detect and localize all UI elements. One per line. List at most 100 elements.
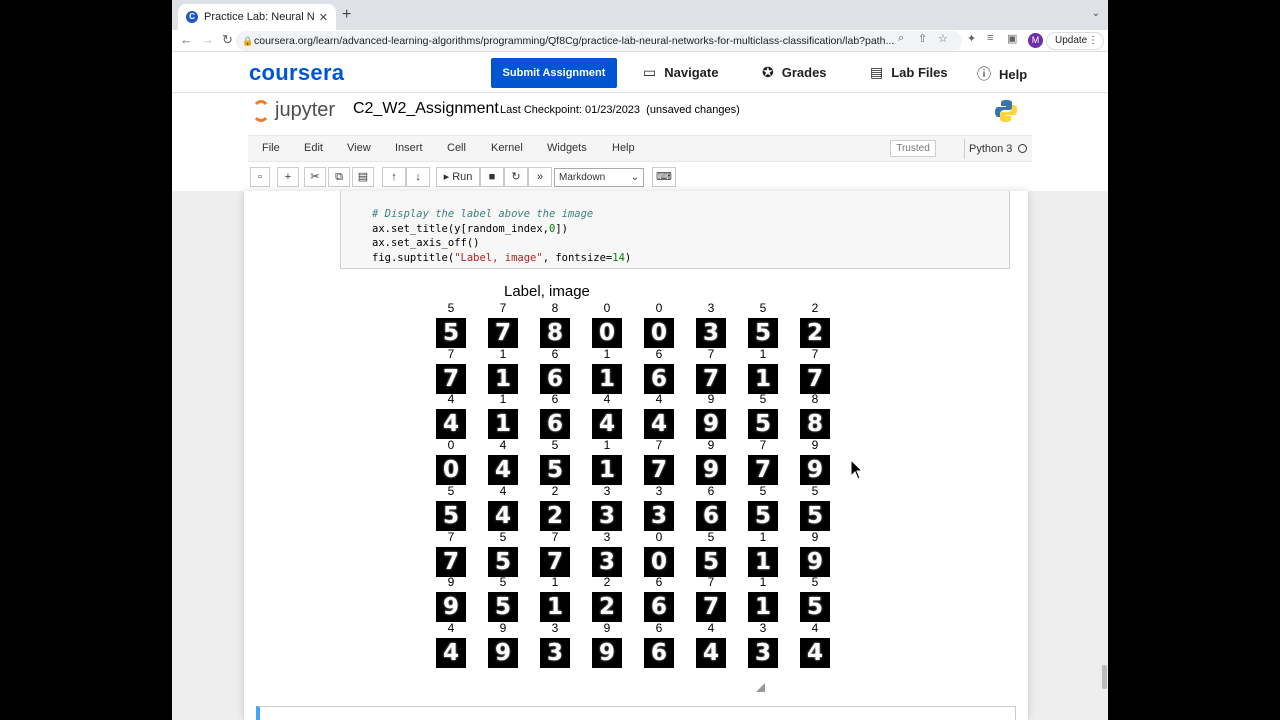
- menu-help[interactable]: Help: [612, 142, 635, 154]
- move-down-icon[interactable]: ↓: [406, 167, 430, 187]
- tab-strip: C Practice Lab: Neural Networks ✕ + ⌄: [172, 0, 1108, 30]
- digit-image: 4: [696, 637, 726, 668]
- lab-files-button[interactable]: ▤ Lab Files: [870, 64, 948, 81]
- reading-list-icon[interactable]: ≡: [987, 32, 993, 44]
- digit-label: 2: [551, 483, 559, 498]
- cut-icon[interactable]: ✂: [304, 167, 326, 187]
- digit-label: 3: [603, 529, 611, 544]
- digit-image: 6: [644, 363, 674, 394]
- interrupt-icon[interactable]: ■: [480, 167, 504, 187]
- digit-image: 6: [644, 592, 674, 623]
- digit-label: 1: [759, 575, 767, 590]
- address-bar[interactable]: 🔒 coursera.org/learn/advanced-learning-a…: [236, 31, 962, 51]
- restart-run-all-icon[interactable]: »: [528, 167, 552, 187]
- menu-file[interactable]: File: [262, 142, 280, 154]
- digit-image: 8: [800, 409, 830, 440]
- digit-label: 4: [707, 620, 715, 635]
- digit-image: 1: [488, 363, 518, 394]
- digit-label: 7: [551, 529, 559, 544]
- digit-image: 4: [488, 500, 518, 531]
- digit-label: 5: [499, 575, 507, 590]
- jupyter-logo-text: jupyter: [275, 99, 336, 121]
- digit-label: 3: [551, 620, 559, 635]
- back-icon[interactable]: ←: [180, 32, 193, 47]
- new-tab-icon[interactable]: +: [342, 6, 351, 24]
- digit-label: 2: [603, 575, 611, 590]
- help-label: Help: [999, 66, 1028, 82]
- paste-icon[interactable]: ▤: [352, 167, 374, 187]
- chevron-down-icon: ⌄: [630, 172, 639, 183]
- digit-label: 1: [551, 575, 559, 590]
- forward-icon[interactable]: →: [201, 32, 214, 47]
- coursera-header: coursera Submit Assignment ▭ Navigate ✪ Gr…: [172, 52, 1108, 93]
- digit-label: 5: [759, 301, 767, 315]
- digit-label: 7: [707, 346, 715, 361]
- jupyter-logo[interactable]: jupyter: [252, 99, 335, 122]
- profile-avatar[interactable]: M: [1028, 33, 1043, 48]
- digit-image: 3: [644, 500, 674, 531]
- zoom-icon[interactable]: ⌕: [898, 32, 904, 45]
- share-icon[interactable]: ⇧: [918, 32, 927, 45]
- notebook-page: # Display the label above the image ax.s…: [244, 191, 1028, 720]
- browser-tab[interactable]: C Practice Lab: Neural Networks ✕: [178, 4, 336, 30]
- menu-view[interactable]: View: [347, 142, 371, 154]
- coursera-logo[interactable]: coursera: [249, 60, 344, 86]
- cell-type-value: Markdown: [559, 172, 606, 183]
- digit-label: 5: [811, 483, 819, 498]
- digit-label: 3: [603, 483, 611, 498]
- digit-image: 7: [436, 363, 466, 394]
- menu-edit[interactable]: Edit: [304, 142, 323, 154]
- tab-search-icon[interactable]: ⌄: [1092, 8, 1100, 19]
- update-button[interactable]: Update ⋮: [1046, 32, 1104, 50]
- digit-image: 0: [436, 455, 466, 486]
- jupyter-toolbar: ▫ + ✂ ⧉ ▤ ↑ ↓ ▸ Run ■ ↻ » Markdown ⌄ ⌨: [248, 163, 1032, 191]
- code-line-1-end: ]): [555, 222, 568, 235]
- checkpoint-status: Last Checkpoint: 01/23/2023 (unsaved cha…: [500, 104, 740, 116]
- kernel-name: Python 3: [969, 143, 1013, 155]
- menu-insert[interactable]: Insert: [395, 142, 423, 154]
- resize-handle-icon[interactable]: [756, 683, 765, 692]
- next-cell[interactable]: [256, 706, 1016, 720]
- digit-label: 4: [447, 392, 455, 407]
- restart-icon[interactable]: ↻: [504, 167, 528, 187]
- menu-widgets[interactable]: Widgets: [547, 142, 587, 154]
- copy-icon[interactable]: ⧉: [328, 167, 350, 187]
- digit-label: 0: [447, 438, 455, 453]
- menu-kernel[interactable]: Kernel: [491, 142, 523, 154]
- save-icon[interactable]: ▫: [250, 167, 270, 187]
- menu-dots-icon: ⋮: [1088, 35, 1098, 46]
- menu-cell[interactable]: Cell: [447, 142, 466, 154]
- scrollbar-thumb[interactable]: [1102, 665, 1107, 689]
- reload-icon[interactable]: ↻: [222, 32, 233, 48]
- digit-label: 3: [655, 483, 663, 498]
- lab-files-label: Lab Files: [891, 65, 948, 80]
- help-button[interactable]: ⓘ Help: [977, 64, 1027, 84]
- digit-label: 4: [499, 438, 507, 453]
- trusted-badge[interactable]: Trusted: [890, 140, 936, 157]
- digit-image: 5: [540, 455, 570, 486]
- add-cell-icon[interactable]: +: [277, 167, 299, 187]
- keyboard-icon[interactable]: ⌨: [652, 167, 676, 187]
- navigate-button[interactable]: ▭ Navigate: [643, 64, 718, 81]
- digit-label: 0: [655, 529, 663, 544]
- digit-image: 6: [644, 637, 674, 668]
- grades-button[interactable]: ✪ Grades: [762, 64, 827, 81]
- move-up-icon[interactable]: ↑: [382, 167, 406, 187]
- digit-label: 9: [499, 620, 507, 635]
- digit-image: 9: [696, 409, 726, 440]
- bookmark-star-icon[interactable]: ☆: [938, 32, 948, 45]
- cell-type-select[interactable]: Markdown ⌄: [554, 168, 644, 187]
- tab-title: Practice Lab: Neural Networks: [204, 11, 315, 23]
- notebook-name[interactable]: C2_W2_Assignment: [353, 100, 499, 118]
- checkpoint-text: Last Checkpoint: 01/23/2023: [500, 104, 641, 116]
- close-tab-icon[interactable]: ✕: [319, 11, 328, 24]
- digit-label: 0: [603, 301, 611, 315]
- side-panel-icon[interactable]: ▣: [1007, 32, 1017, 45]
- digit-label: 3: [759, 620, 767, 635]
- run-button[interactable]: ▸ Run: [436, 167, 480, 187]
- code-cell[interactable]: # Display the label above the image ax.s…: [340, 191, 1010, 269]
- extensions-icon[interactable]: ✦: [967, 32, 976, 45]
- digit-label: 1: [499, 346, 507, 361]
- submit-assignment-button[interactable]: Submit Assignment: [491, 58, 617, 88]
- digit-label: 7: [707, 575, 715, 590]
